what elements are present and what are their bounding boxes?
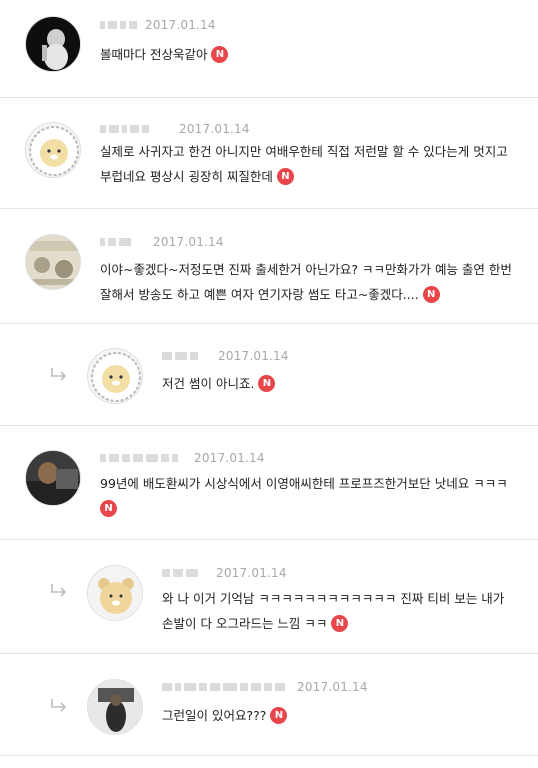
comment-text-body: 실제로 사귀자고 한건 아니지만 여배우한테 직접 저런말 할 수 있다는게 멋…	[100, 144, 512, 184]
comment-meta: 2017.01.14	[162, 679, 368, 695]
new-badge[interactable]: N	[211, 46, 229, 63]
reply-arrow-icon	[51, 368, 67, 381]
new-badge[interactable]: N	[422, 286, 440, 303]
new-badge[interactable]: N	[331, 615, 349, 632]
lion-character-icon	[29, 126, 79, 176]
comment-text-body: 99년에 배도환씨가 시상식에서 이영애씨한테 프로프즈한거보단 낫네요 ㅋㅋㅋ	[100, 476, 508, 491]
avatar[interactable]	[25, 122, 81, 178]
reply-arrow-icon	[51, 699, 67, 712]
warrior-figure-icon	[88, 680, 142, 734]
comment-text: 이야~좋겠다~저정도면 진짜 출세한거 아닌가요? ㅋㅋ만화가가 예능 출연 한…	[100, 257, 518, 307]
bear-character-icon	[88, 566, 142, 620]
comment-text: 저건 썸이 아니죠. N	[162, 371, 512, 396]
divider	[0, 653, 538, 654]
comment-text-body: 이야~좋겠다~저정도면 진짜 출세한거 아닌가요? ㅋㅋ만화가가 예능 출연 한…	[100, 262, 516, 302]
avatar-figure-icon	[26, 17, 80, 71]
author-name[interactable]	[162, 352, 198, 360]
author-name[interactable]	[100, 21, 137, 29]
comment-date: 2017.01.14	[153, 235, 224, 249]
lion-character-icon	[91, 352, 141, 402]
comment-meta: 2017.01.14	[162, 348, 289, 364]
comment-text-body: 볼때마다 전상욱같아	[100, 47, 208, 62]
divider	[0, 755, 538, 756]
new-badge[interactable]: N	[100, 500, 117, 517]
avatar[interactable]	[87, 679, 143, 735]
comment-date: 2017.01.14	[218, 349, 289, 363]
author-name[interactable]	[100, 125, 149, 133]
comment-date: 2017.01.14	[297, 680, 368, 694]
comment-meta: 2017.01.14	[100, 17, 216, 33]
comment-text: 99년에 배도환씨가 시상식에서 이영애씨한테 프로프즈한거보단 낫네요 ㅋㅋㅋ…	[100, 471, 510, 521]
author-name[interactable]	[162, 683, 285, 691]
comment-date: 2017.01.14	[179, 122, 250, 136]
comic-panel-icon	[26, 235, 80, 289]
comment-text: 실제로 사귀자고 한건 아니지만 여배우한테 직접 저런말 할 수 있다는게 멋…	[100, 139, 516, 189]
divider	[0, 323, 538, 324]
divider	[0, 97, 538, 98]
comment-meta: 2017.01.14	[100, 121, 250, 137]
reply-arrow-icon	[51, 584, 67, 597]
author-name[interactable]	[162, 569, 198, 577]
comment-meta: 2017.01.14	[162, 565, 287, 581]
avatar[interactable]	[87, 565, 143, 621]
avatar[interactable]	[25, 16, 81, 72]
new-badge[interactable]: N	[258, 375, 276, 392]
divider	[0, 539, 538, 540]
comment-date: 2017.01.14	[194, 451, 265, 465]
comment-meta: 2017.01.14	[100, 234, 224, 250]
new-badge[interactable]: N	[276, 168, 294, 185]
new-badge[interactable]: N	[270, 707, 288, 724]
comment-text-body: 저건 썸이 아니죠.	[162, 376, 255, 391]
comment-meta: 2017.01.14	[100, 450, 265, 466]
comment-text-body: 그런일이 있어요???	[162, 708, 267, 723]
avatar[interactable]	[25, 450, 81, 506]
comment-text: 와 나 이거 기억남 ㅋㅋㅋㅋㅋㅋㅋㅋㅋㅋㅋㅋ 진짜 티비 보는 내가 손발이 …	[162, 586, 518, 636]
avatar[interactable]	[25, 234, 81, 290]
comment-text: 볼때마다 전상욱같아 N	[100, 42, 510, 67]
comment-text: 그런일이 있어요??? N	[162, 703, 512, 728]
divider	[0, 208, 538, 209]
author-name[interactable]	[100, 454, 178, 462]
comment-date: 2017.01.14	[145, 18, 216, 32]
comment-date: 2017.01.14	[216, 566, 287, 580]
divider	[0, 425, 538, 426]
avatar[interactable]	[87, 348, 143, 404]
author-name[interactable]	[100, 238, 131, 246]
car-photo-icon	[26, 451, 80, 505]
